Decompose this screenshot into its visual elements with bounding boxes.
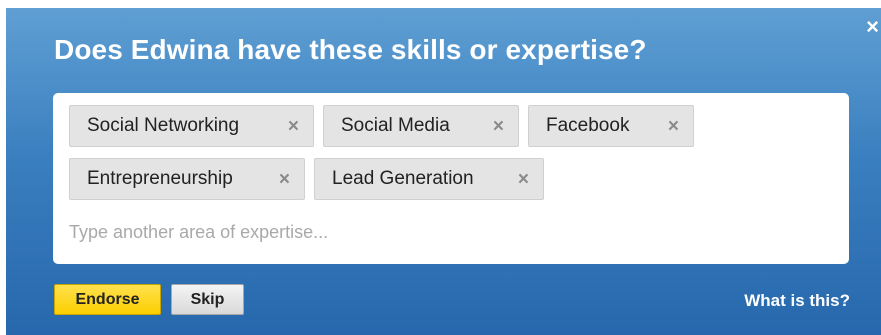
skill-tag: Social Media × [323, 105, 519, 147]
add-skill-input[interactable] [69, 217, 769, 247]
skill-tag-label: Lead Generation [332, 168, 474, 189]
close-icon[interactable]: × [866, 16, 879, 38]
remove-skill-icon[interactable]: × [518, 170, 529, 189]
skill-tag: Social Networking × [69, 105, 314, 147]
endorse-dialog: × Does Edwina have these skills or exper… [6, 8, 881, 335]
skill-tag-label: Entrepreneurship [87, 168, 233, 189]
skills-box[interactable]: Social Networking × Social Media × Faceb… [53, 93, 849, 264]
skip-button[interactable]: Skip [171, 284, 244, 315]
skill-tag-label: Social Networking [87, 115, 240, 136]
remove-skill-icon[interactable]: × [668, 117, 679, 136]
what-is-this-link[interactable]: What is this? [744, 291, 850, 311]
remove-skill-icon[interactable]: × [288, 117, 299, 136]
remove-skill-icon[interactable]: × [493, 117, 504, 136]
endorse-button[interactable]: Endorse [54, 284, 161, 315]
skill-tag: Entrepreneurship × [69, 158, 305, 200]
skill-tag-label: Social Media [341, 115, 450, 136]
remove-skill-icon[interactable]: × [279, 170, 290, 189]
dialog-title: Does Edwina have these skills or experti… [54, 34, 647, 65]
skill-tag: Lead Generation × [314, 158, 544, 200]
skill-tag: Facebook × [528, 105, 694, 147]
skill-tag-label: Facebook [546, 115, 630, 136]
